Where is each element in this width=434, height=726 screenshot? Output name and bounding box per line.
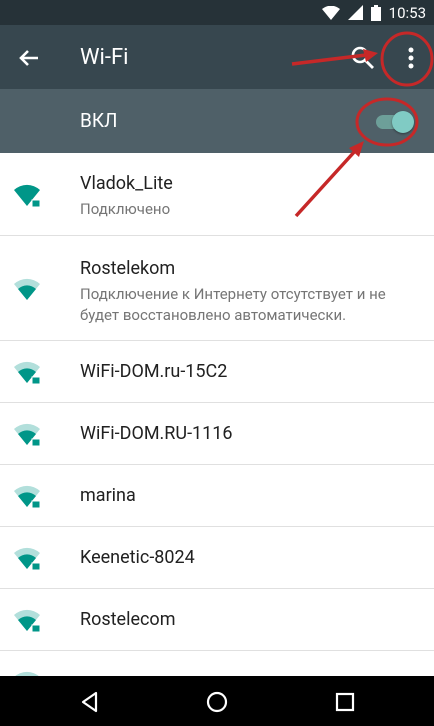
more-options-icon[interactable] — [396, 43, 426, 73]
system-navigation-bar — [0, 676, 434, 726]
wifi-status-icon — [321, 5, 340, 20]
wifi-switch-label: ВКЛ — [80, 109, 118, 132]
network-item[interactable]: marina — [0, 465, 434, 527]
page-title: Wi-Fi — [80, 45, 129, 70]
battery-icon — [370, 4, 381, 21]
network-status: Подключено — [80, 200, 171, 218]
home-nav-icon[interactable] — [205, 690, 229, 714]
clock: 10:53 — [388, 3, 426, 22]
network-ssid: WiFi-DOM.ru-15C2 — [80, 361, 228, 382]
wifi-signal-medium-icon — [14, 278, 40, 300]
search-icon[interactable] — [348, 43, 378, 73]
cell-signal-icon — [347, 5, 363, 20]
toggle-thumb — [392, 111, 414, 133]
status-icons: 10:53 — [321, 0, 426, 25]
network-ssid: marina — [80, 485, 136, 506]
wifi-signal-medium-locked-icon — [14, 485, 41, 509]
network-item[interactable]: Keenetic-8024 — [0, 527, 434, 589]
wifi-signal-full-locked-icon — [14, 184, 41, 208]
back-nav-icon[interactable] — [78, 690, 102, 714]
network-item[interactable]: WiFi-DOM.RU-1116 — [0, 403, 434, 465]
wifi-signal-medium-locked-icon — [14, 423, 41, 447]
status-bar: 10:53 — [0, 0, 434, 25]
wifi-toggle-switch[interactable] — [372, 110, 416, 133]
wifi-signal-medium-locked-icon — [14, 547, 41, 571]
app-toolbar: Wi-Fi — [0, 25, 434, 89]
network-item[interactable]: Rostelecom — [0, 589, 434, 651]
network-ssid: WiFi-DOM.RU-1116 — [80, 423, 233, 444]
network-item[interactable]: Vladok_Lite Подключено — [0, 153, 434, 236]
network-list: Vladok_Lite Подключено Rostelekom Подклю… — [0, 153, 434, 693]
network-ssid: Keenetic-8024 — [80, 547, 195, 568]
network-ssid: Rostelekom — [80, 258, 176, 279]
recents-nav-icon[interactable] — [333, 690, 357, 714]
network-status: Подключение к Интернету отсутствует и не… — [80, 285, 386, 324]
network-ssid: Vladok_Lite — [80, 173, 173, 194]
wifi-master-switch-bar: ВКЛ — [0, 89, 434, 153]
back-arrow-icon[interactable] — [14, 43, 44, 73]
network-item[interactable]: WiFi-DOM.ru-15C2 — [0, 341, 434, 403]
network-ssid: Rostelecom — [80, 609, 176, 630]
network-item[interactable]: Rostelekom Подключение к Интернету отсут… — [0, 236, 434, 341]
wifi-signal-medium-locked-icon — [14, 609, 41, 633]
wifi-signal-medium-locked-icon — [14, 361, 41, 385]
